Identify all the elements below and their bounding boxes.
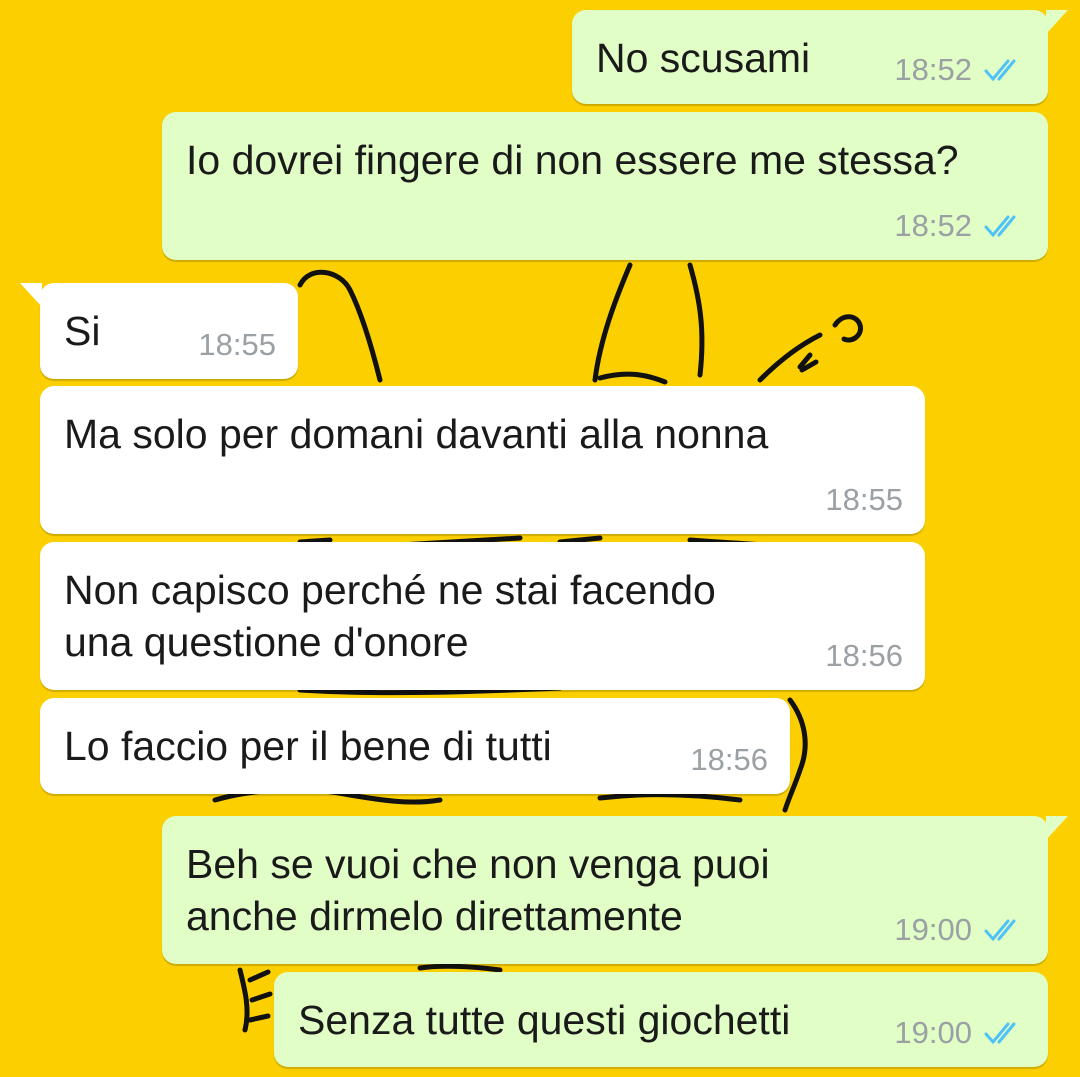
- message-text: Beh se vuoi che non venga puoi anche dir…: [186, 841, 770, 939]
- message-bubble-incoming[interactable]: Lo faccio per il bene di tutti 18:56: [40, 698, 790, 794]
- message-bubble-outgoing[interactable]: Io dovrei fingere di non essere me stess…: [162, 112, 1048, 260]
- message-meta: 18:52: [894, 52, 1026, 88]
- double-check-read-icon: [984, 59, 1016, 82]
- message-bubble-outgoing[interactable]: Beh se vuoi che non venga puoi anche dir…: [162, 816, 1068, 964]
- message-time: 18:55: [825, 482, 903, 517]
- double-check-read-icon: [984, 1022, 1016, 1045]
- message-meta: 19:00: [894, 912, 1026, 948]
- message-meta: 18:55: [198, 327, 276, 363]
- message-time: 19:00: [894, 912, 972, 947]
- message-bubble-outgoing[interactable]: No scusami 18:52: [572, 10, 1068, 104]
- message-text: Non capisco perché ne stai facendo una q…: [64, 567, 716, 665]
- message-meta: 19:00: [894, 1015, 1026, 1051]
- message-text: Ma solo per domani davanti alla nonna: [64, 411, 769, 457]
- message-meta: 18:52: [894, 208, 1026, 244]
- message-time: 18:52: [894, 208, 972, 243]
- message-bubble-outgoing[interactable]: Senza tutte questi giochetti 19:00: [274, 972, 1048, 1067]
- message-time: 18:55: [198, 327, 276, 362]
- message-bubble-incoming[interactable]: Ma solo per domani davanti alla nonna 18…: [40, 386, 925, 534]
- message-bubble-incoming[interactable]: Non capisco perché ne stai facendo una q…: [40, 542, 925, 690]
- message-bubble-incoming[interactable]: Si 18:55: [20, 283, 298, 379]
- double-check-read-icon: [984, 919, 1016, 942]
- message-meta: 18:56: [825, 638, 903, 674]
- message-meta: 18:55: [825, 482, 903, 518]
- message-meta: 18:56: [690, 742, 768, 778]
- message-time: 19:00: [894, 1015, 972, 1050]
- message-text: Lo faccio per il bene di tutti: [64, 723, 552, 769]
- message-time: 18:56: [825, 638, 903, 673]
- message-time: 18:52: [894, 52, 972, 87]
- message-text: Io dovrei fingere di non essere me stess…: [186, 137, 959, 183]
- message-time: 18:56: [690, 742, 768, 777]
- double-check-read-icon: [984, 215, 1016, 238]
